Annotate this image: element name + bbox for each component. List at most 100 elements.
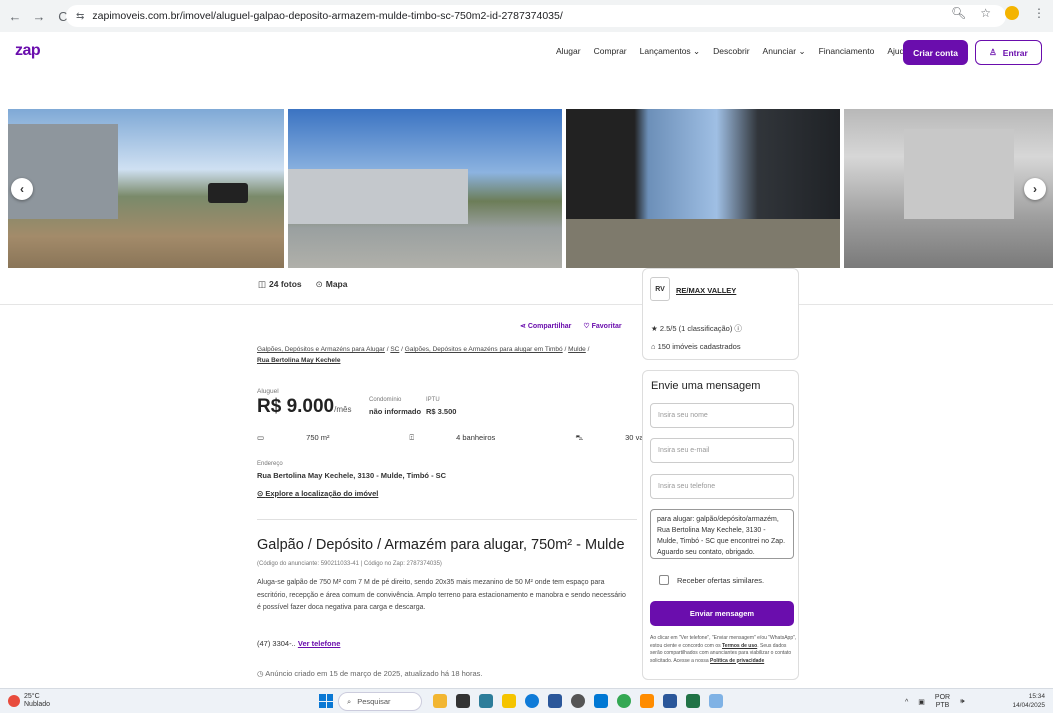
app-icon[interactable]: [456, 694, 470, 708]
menu-anunciar[interactable]: Anunciar ⌄: [763, 46, 806, 57]
bookmark-star-icon[interactable]: ☆: [980, 6, 991, 20]
weather-widget[interactable]: 25°C Nublado: [8, 693, 50, 709]
lang-layout[interactable]: PTB: [936, 702, 950, 709]
search-label: Pesquisar: [357, 697, 391, 706]
forward-icon[interactable]: →: [30, 7, 48, 25]
gallery-photo-4[interactable]: [844, 109, 1053, 268]
explore-location-link[interactable]: ⊙ Explore a localização do imóvel: [257, 489, 378, 498]
offers-label: Receber ofertas similares.: [677, 575, 765, 585]
app-icon[interactable]: [433, 694, 447, 708]
offers-checkbox-row[interactable]: Receber ofertas similares.: [659, 575, 764, 585]
gallery-next-button[interactable]: ›: [1024, 178, 1046, 200]
browser-menu-icon[interactable]: ⋮: [1033, 6, 1045, 20]
outlook-icon[interactable]: [594, 694, 608, 708]
volume-icon[interactable]: 🕪︎: [960, 698, 964, 706]
excel-icon[interactable]: [686, 694, 700, 708]
agent-rating: ★ 2.5/5 (1 classificação) ⓘ: [651, 323, 742, 334]
name-input[interactable]: Insira seu nome: [650, 403, 794, 428]
weather-icon: [8, 695, 20, 707]
bathroom-value: 4 banheiros: [456, 433, 496, 442]
favorite-label: Favoritar: [591, 323, 622, 330]
breadcrumb-current[interactable]: Rua Bertolina May Kechele: [257, 357, 340, 364]
divider: [0, 304, 1053, 305]
login-button[interactable]: ♙ Entrar: [975, 40, 1042, 65]
tray-app-icon[interactable]: ▣: [918, 698, 925, 706]
clock-time: 15:34: [1028, 693, 1045, 700]
listing-description: Aluga-se galpão de 750 M² com 7 M de pé …: [257, 579, 626, 611]
gallery-photo-1[interactable]: [8, 109, 285, 268]
breadcrumb-item[interactable]: Galpões, Depósitos e Armazéns para Aluga…: [257, 346, 385, 353]
show-phone-link[interactable]: Ver telefone: [298, 639, 341, 648]
agent-listing-count: ⌂ 150 imóveis cadastrados: [651, 342, 741, 351]
car-icon: ⛍: [575, 433, 586, 442]
photo-gallery[interactable]: [0, 109, 1053, 268]
map-button[interactable]: ⊙ Mapa: [316, 279, 348, 290]
share-button[interactable]: ⋖ Compartilhar: [520, 322, 571, 330]
chrome-icon[interactable]: [617, 694, 631, 708]
browser-toolbar: ← → C ⇆ zapimoveis.com.br/imovel/aluguel…: [0, 0, 1053, 32]
main-menu: Alugar Comprar Lançamentos ⌄ Descobrir A…: [556, 46, 909, 57]
app-icon[interactable]: [640, 694, 654, 708]
gallery-prev-button[interactable]: ‹: [11, 178, 33, 200]
agent-logo[interactable]: RV: [650, 277, 670, 301]
address-label: Endereço: [257, 461, 283, 467]
privacy-link[interactable]: Política de privacidade: [710, 658, 764, 664]
map-pin-icon: ⊙: [315, 279, 323, 289]
system-tray: ^ ▣ POR PTB 🕪︎: [905, 694, 965, 710]
gallery-photo-2[interactable]: [288, 109, 563, 268]
explore-label: Explore a localização do imóvel: [265, 489, 379, 498]
send-message-button[interactable]: Enviar mensagem: [650, 601, 794, 626]
favorite-button[interactable]: ♡ Favoritar: [583, 322, 621, 330]
file-explorer-icon[interactable]: [502, 694, 516, 708]
clock[interactable]: 15:34 14/04/2025: [1012, 692, 1045, 710]
email-input[interactable]: Insira seu e-mail: [650, 438, 794, 463]
listing-title: Galpão / Depósito / Armazém para alugar,…: [257, 537, 625, 553]
rating-text: 2.5/5 (1 classificação) ⓘ: [659, 324, 742, 333]
house-icon: ⌂: [651, 342, 658, 351]
menu-descobrir[interactable]: Descobrir: [713, 46, 749, 57]
phone-row: (47) 3304-.. Ver telefone: [257, 639, 340, 648]
gallery-photo-3[interactable]: [566, 109, 841, 268]
site-settings-icon[interactable]: ⇆: [76, 11, 84, 22]
windows-start-icon[interactable]: [319, 694, 333, 708]
share-actions: ⋖ Compartilhar ♡ Favoritar: [520, 322, 622, 330]
app-icon[interactable]: [479, 694, 493, 708]
breadcrumb-item[interactable]: Mulde: [568, 346, 586, 353]
agent-name[interactable]: RE/MAX VALLEY: [676, 286, 736, 295]
photos-button[interactable]: ◫ 24 fotos: [258, 279, 302, 290]
app-icon[interactable]: [709, 694, 723, 708]
taskbar: 25°C Nublado ⌕ Pesquisar ^ ▣ POR PTB 🕪︎ 15:…: [0, 688, 1053, 713]
terms-link[interactable]: Termos de uso: [722, 643, 757, 649]
back-icon[interactable]: ←: [6, 7, 24, 25]
menu-lancamentos[interactable]: Lançamentos ⌄: [640, 46, 701, 57]
iptu-value: R$ 3.500: [426, 407, 457, 416]
zoom-icon[interactable]: 🔍︎: [951, 6, 966, 20]
phone-input[interactable]: Insira seu telefone: [650, 474, 794, 499]
divider: [257, 519, 637, 520]
app-icon[interactable]: [548, 694, 562, 708]
breadcrumb-item[interactable]: SC: [390, 346, 399, 353]
create-account-button[interactable]: Criar conta: [903, 40, 968, 65]
message-textarea[interactable]: para alugar: galpão/depósito/armazém, Ru…: [650, 509, 794, 559]
offers-checkbox[interactable]: [659, 575, 669, 585]
created-info: ◷ Anúncio criado em 15 de março de 2025,…: [257, 669, 482, 678]
chevron-up-icon[interactable]: ^: [905, 699, 908, 706]
breadcrumb: Galpões, Depósitos e Armazéns para Aluga…: [257, 346, 590, 364]
count-text: 150 imóveis cadastrados: [657, 342, 741, 351]
site-logo[interactable]: zap: [15, 42, 41, 60]
edge-icon[interactable]: [525, 694, 539, 708]
menu-financiamento[interactable]: Financiamento: [819, 46, 875, 57]
extension-icon[interactable]: [1005, 6, 1019, 20]
iptu-info: IPTU R$ 3.500: [426, 397, 456, 416]
word-icon[interactable]: [663, 694, 677, 708]
url-text: zapimoveis.com.br/imovel/aluguel-galpao-…: [92, 10, 563, 22]
menu-comprar[interactable]: Comprar: [594, 46, 627, 57]
breadcrumb-item[interactable]: Galpões, Depósitos e Armazéns para aluga…: [405, 346, 563, 353]
taskbar-search[interactable]: ⌕ Pesquisar: [338, 692, 422, 711]
taskbar-apps: [433, 694, 723, 708]
address-bar[interactable]: ⇆ zapimoveis.com.br/imovel/aluguel-galpa…: [66, 5, 1006, 27]
menu-alugar[interactable]: Alugar: [556, 46, 581, 57]
lang-code[interactable]: POR: [935, 694, 950, 701]
app-icon[interactable]: [571, 694, 585, 708]
map-label: Mapa: [325, 279, 348, 289]
